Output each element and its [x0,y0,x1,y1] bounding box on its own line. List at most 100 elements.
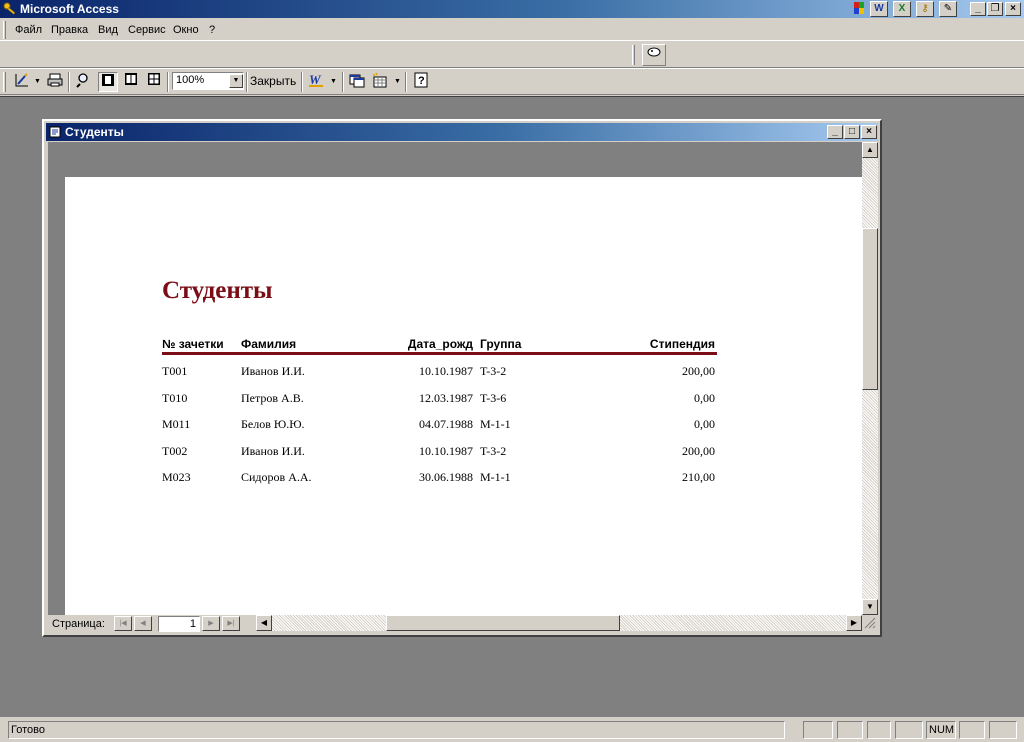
close-preview-button[interactable]: Закрыть [250,74,296,88]
excel-icon[interactable]: X [893,1,911,17]
design-view-icon[interactable] [12,72,32,92]
column-header: Группа [480,337,522,351]
resize-grip-icon[interactable] [862,615,878,633]
report-page[interactable]: Студенты № зачетки Фамилия Дата_рожд Гру… [65,177,862,615]
toolbar-grip[interactable] [632,45,635,65]
status-pane [837,721,863,739]
toolbar-separator [167,72,169,92]
report-close-button[interactable]: × [861,125,877,139]
design-view-dropdown-icon[interactable]: ▼ [34,78,41,85]
status-bar: Готово NUM [0,719,1024,742]
report-cell: T-3-2 [480,364,507,378]
new-object-icon[interactable] [371,72,391,92]
status-pane [867,721,891,739]
office-links-icon[interactable]: W [307,72,327,92]
report-window-title: Студенты [65,125,124,139]
report-minimize-button[interactable]: _ [827,125,843,139]
toolbar-separator [342,72,344,92]
report-cell: 210,00 [682,470,715,484]
report-cell: Сидоров А.А. [241,470,312,484]
vertical-scroll-thumb[interactable] [862,228,878,390]
column-header: Стипендия [649,337,715,351]
menu-help[interactable]: ? [209,24,215,36]
office-logo-icon[interactable] [850,1,868,17]
close-app-button[interactable]: × [1005,2,1021,16]
menu-bar: Файл Правка Вид Сервис Окно ? [0,19,1024,41]
notes-icon[interactable]: ✎ [939,1,957,17]
column-header: Фамилия [241,337,297,351]
report-cell: Петров А.В. [241,390,304,405]
report-cell: 30.06.1988 [419,470,473,484]
scroll-down-icon[interactable]: ▼ [862,599,878,615]
menu-edit[interactable]: Правка [51,24,88,36]
report-cell: 0,00 [694,417,715,431]
menu-window[interactable]: Окно [173,24,199,36]
next-page-icon[interactable]: ▶ [202,616,220,631]
report-cell: T010 [162,390,188,405]
zoom-icon[interactable] [74,72,94,92]
report-cell: 10.10.1987 [419,364,473,378]
header-rule [162,352,717,355]
report-title: Студенты [162,277,273,304]
prev-page-icon[interactable]: ◀ [134,616,152,631]
report-window-title-bar: Студенты _ □ × [46,123,878,141]
toolbar-separator [405,72,407,92]
report-cell: M011 [162,417,191,431]
report-cell: T001 [162,364,188,378]
report-cell: 0,00 [694,390,715,405]
num-lock-indicator: NUM [926,721,956,739]
print-icon[interactable] [45,72,65,92]
toolbar-strip [0,42,1024,68]
svg-text:W: W [309,72,322,87]
status-text: Готово [8,721,785,739]
word-icon[interactable]: W [870,1,888,17]
app-title-bar: Microsoft Access W X ⚷ ✎ _ ❐ × [0,0,1024,18]
app-title: Microsoft Access [20,2,119,16]
vertical-scrollbar[interactable]: ▲ ▼ [862,142,878,615]
report-cell: M-1-1 [480,417,511,431]
report-cell: 04.07.1988 [419,417,473,431]
report-maximize-button[interactable]: □ [844,125,860,139]
svg-text:?: ? [418,75,425,87]
report-preview-area: Студенты № зачетки Фамилия Дата_рожд Гру… [48,142,862,615]
access-key-icon[interactable] [3,2,17,16]
first-page-icon[interactable]: |◀ [114,616,132,631]
report-cell: M-1-1 [480,470,511,484]
office-links-dropdown-icon[interactable]: ▼ [330,78,337,85]
key-icon[interactable]: ⚷ [916,1,934,17]
status-pane [989,721,1017,739]
zoom-dropdown-icon[interactable]: ▼ [229,74,243,88]
toolbar-separator [68,72,70,92]
report-icon[interactable] [49,126,61,138]
toolbar-grip-2[interactable] [3,72,6,92]
new-object-dropdown-icon[interactable]: ▼ [394,78,401,85]
horizontal-scroll-thumb[interactable] [386,615,620,631]
report-cell: M023 [162,470,191,484]
help-icon[interactable]: ? [411,72,431,92]
multiple-pages-icon[interactable] [144,72,164,92]
restore-button[interactable]: ❐ [987,2,1003,16]
status-pane [959,721,985,739]
database-window-icon[interactable] [347,72,367,92]
report-cell: Иванов И.И. [241,364,305,378]
one-page-icon[interactable] [98,72,118,92]
menu-grip[interactable] [3,21,6,39]
scroll-up-icon[interactable]: ▲ [862,142,878,158]
report-cell: 10.10.1987 [419,443,473,458]
page-number-input[interactable]: 1 [158,616,200,632]
office-assistant-icon[interactable] [642,44,666,66]
minimize-button[interactable]: _ [970,2,986,16]
column-header: Дата_рожд [407,337,473,351]
scroll-right-icon[interactable]: ▶ [846,615,862,631]
scroll-left-icon[interactable]: ◀ [256,615,272,631]
menu-file[interactable]: Файл [15,24,42,36]
horizontal-scrollbar[interactable]: ◀ ▶ [256,615,862,631]
record-navigation-bar: Страница: |◀ ◀ 1 ▶ ▶| ◀ ▶ [48,615,862,633]
two-pages-icon[interactable] [121,72,141,92]
report-cell: 12.03.1987 [419,390,473,405]
report-cell: T-3-2 [480,443,507,458]
last-page-icon[interactable]: ▶| [222,616,240,631]
menu-tools[interactable]: Сервис [128,24,166,36]
menu-view[interactable]: Вид [98,24,118,36]
column-header: № зачетки [162,337,224,351]
